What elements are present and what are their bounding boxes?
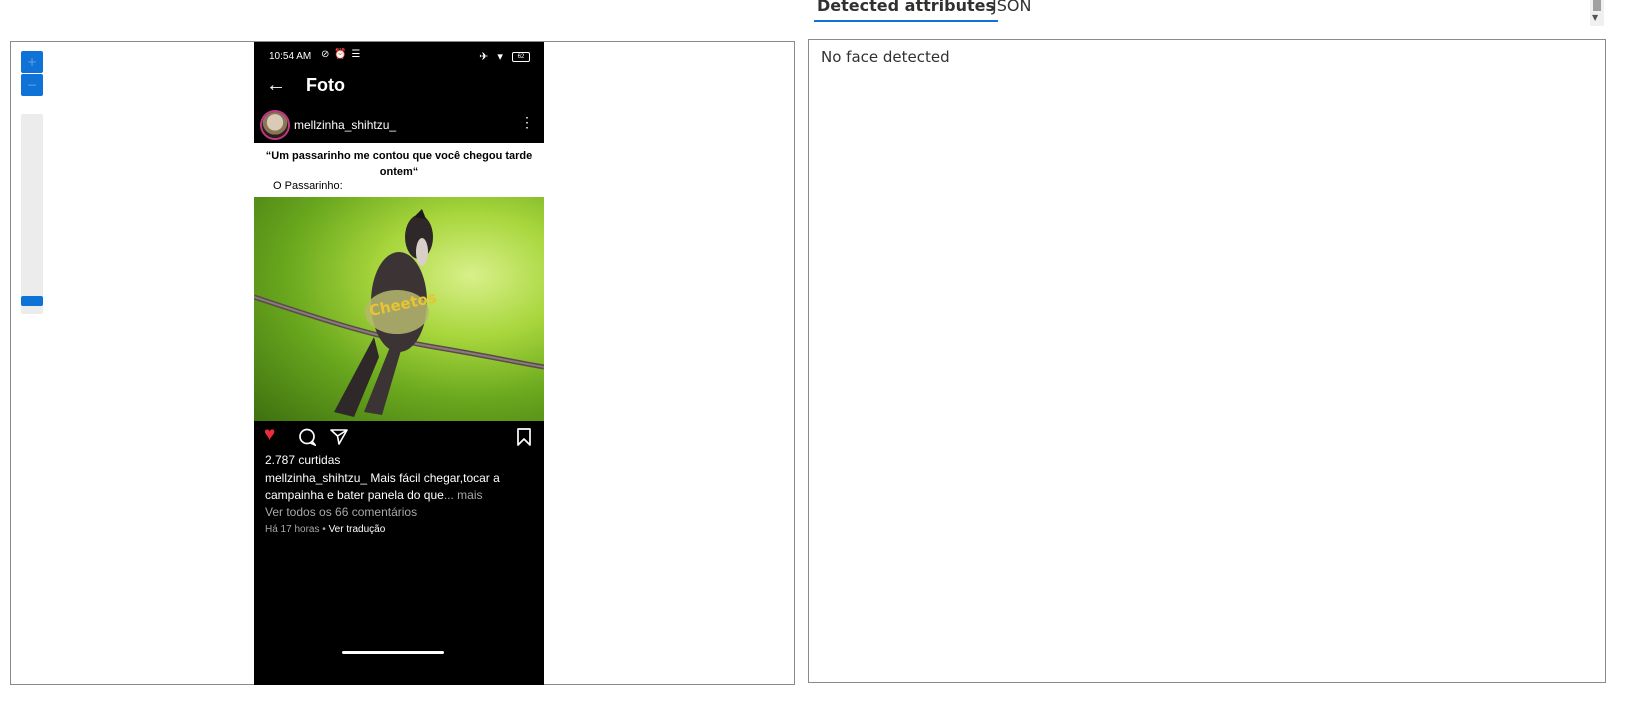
zoom-out-button[interactable]: −	[21, 74, 43, 96]
app-header: ← Foto	[254, 72, 544, 102]
likes-count[interactable]: 2.787 curtidas	[265, 453, 340, 467]
caption-username[interactable]: mellzinha_shihtzu_	[265, 471, 367, 485]
back-arrow-icon[interactable]: ←	[266, 74, 286, 96]
image-viewer: + − 10:54 AM ⊘ ⏰ ☰ ✈ ▾ 62 ← Foto mellzin…	[10, 41, 795, 685]
post-action-bar: ♥	[254, 424, 544, 448]
comment-icon[interactable]	[298, 428, 318, 451]
status-connectivity-icons: ✈ ▾ 62	[479, 50, 530, 63]
meme-quote: “Um passarinho me contou que você chegou…	[265, 150, 533, 178]
scroll-down-arrow-icon[interactable]: ▼	[1592, 14, 1598, 22]
tab-detected-attributes[interactable]: Detected attributes	[814, 0, 998, 22]
meme-text-card: “Um passarinho me contou que você chegou…	[254, 143, 544, 197]
share-icon[interactable]	[330, 428, 348, 451]
post-caption: mellzinha_shihtzu_ Mais fácil chegar,toc…	[265, 470, 535, 504]
page-scrollbar[interactable]: ▼	[1590, 0, 1604, 26]
status-notification-icons: ⊘ ⏰ ☰	[321, 49, 362, 60]
scrollbar-thumb[interactable]	[1593, 0, 1601, 11]
meta-separator: •	[322, 524, 326, 535]
zoom-in-label: +	[26, 55, 38, 69]
result-panel: No face detected	[808, 39, 1606, 683]
post-time: Há 17 horas	[265, 524, 320, 535]
airplane-wifi-icon: ✈ ▾	[479, 51, 506, 63]
bird-illustration: Cheetos	[254, 209, 544, 417]
post-meta-row: Há 17 horas • Ver tradução	[265, 524, 385, 535]
tab-json[interactable]: JSON	[992, 0, 1031, 15]
status-time: 10:54 AM	[269, 51, 312, 62]
phone-screenshot: 10:54 AM ⊘ ⏰ ☰ ✈ ▾ 62 ← Foto mellzinha_s…	[254, 42, 544, 685]
zoom-out-label: −	[26, 78, 38, 92]
heart-icon[interactable]: ♥	[264, 424, 275, 446]
bookmark-icon[interactable]	[516, 428, 532, 451]
caption-more-link[interactable]: ... mais	[444, 488, 483, 502]
status-bar: 10:54 AM ⊘ ⏰ ☰ ✈ ▾ 62	[254, 49, 544, 64]
view-comments-link[interactable]: Ver todos os 66 comentários	[265, 505, 417, 519]
zoom-slider[interactable]	[21, 114, 43, 314]
battery-icon: 62	[512, 52, 530, 63]
zoom-slider-thumb[interactable]	[21, 296, 43, 306]
result-message: No face detected	[821, 48, 950, 66]
home-indicator	[342, 651, 444, 654]
zoom-in-button[interactable]: +	[21, 51, 43, 73]
post-header: mellzinha_shihtzu_ ⋮	[254, 110, 544, 142]
more-options-icon[interactable]: ⋮	[520, 114, 534, 130]
meme-caption: O Passarinho:	[273, 180, 343, 192]
avatar[interactable]	[262, 112, 288, 138]
post-photo: Cheetos	[254, 197, 544, 421]
translate-link[interactable]: Ver tradução	[329, 524, 386, 535]
page-title: Foto	[306, 75, 345, 95]
post-username[interactable]: mellzinha_shihtzu_	[294, 118, 396, 132]
